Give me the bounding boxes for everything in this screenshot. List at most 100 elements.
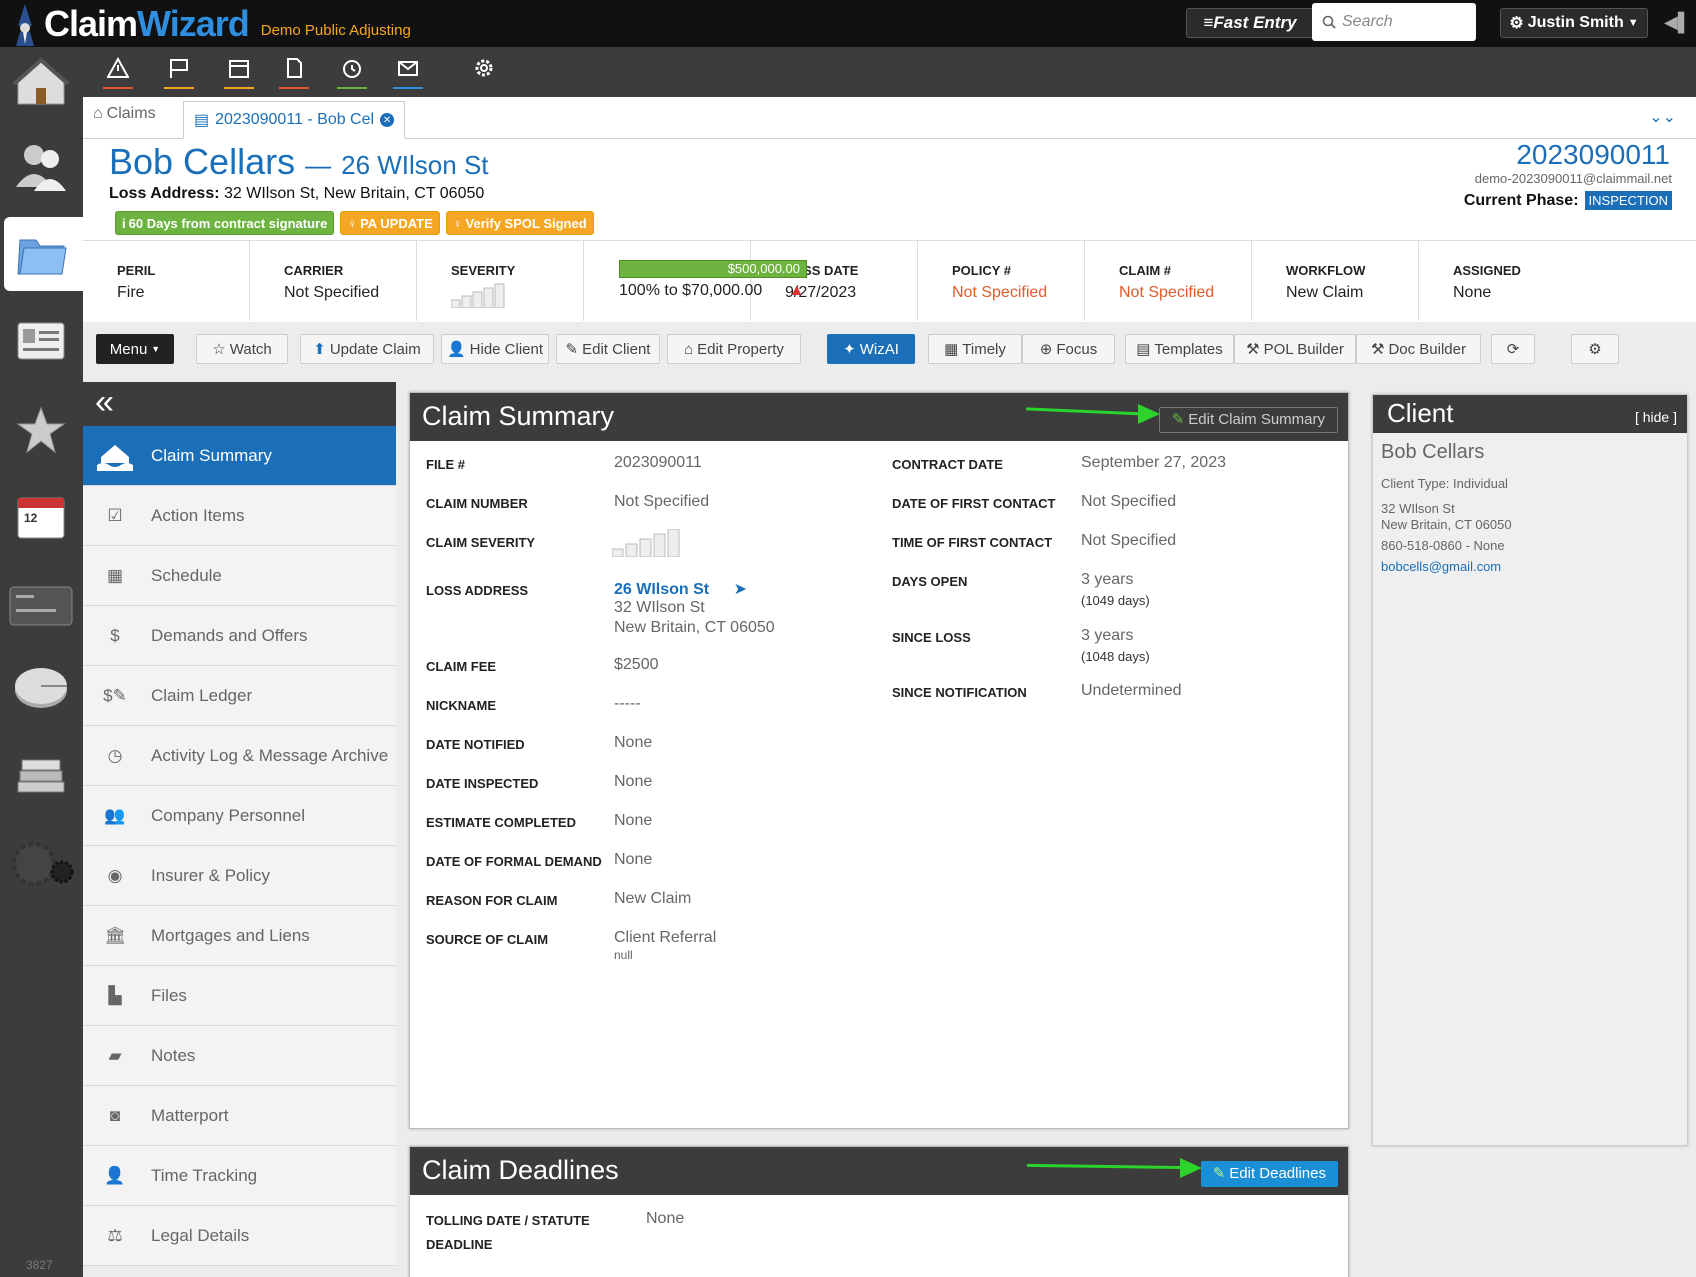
settings-button[interactable]: ⚙ bbox=[1571, 334, 1619, 364]
value-since-loss: 3 years bbox=[1081, 627, 1134, 644]
sidenav-item-activity-log[interactable]: ◷ Activity Log & Message Archive bbox=[83, 726, 396, 786]
credit-card-icon[interactable] bbox=[8, 572, 74, 638]
chart-disc-icon[interactable] bbox=[8, 656, 74, 722]
value-tolling: None bbox=[646, 1210, 685, 1227]
calendar-icon: ▦ bbox=[944, 341, 959, 358]
sidenav-item-legal-details[interactable]: ⚖ Legal Details bbox=[83, 1206, 396, 1266]
phase-badge[interactable]: INSPECTION bbox=[1584, 191, 1672, 210]
claims-folder-icon[interactable] bbox=[8, 222, 74, 288]
timely-button[interactable]: ▦ Timely bbox=[928, 334, 1022, 364]
sidenav-item-files[interactable]: ▙ Files bbox=[83, 966, 396, 1026]
fast-entry-button[interactable]: ≡ Fast Entry bbox=[1186, 8, 1314, 38]
settings-gears-icon[interactable] bbox=[8, 830, 74, 896]
collapse-sidenav-icon[interactable]: « bbox=[83, 382, 396, 426]
pol-builder-button[interactable]: ⚒ POL Builder bbox=[1234, 334, 1356, 364]
chevron-down-icon[interactable]: ⌄⌄ bbox=[1649, 107, 1676, 127]
label-file: FILE # bbox=[426, 457, 466, 472]
stat-workflow[interactable]: WORKFLOW New Claim bbox=[1252, 241, 1419, 321]
client-name: Bob Cellars bbox=[1381, 441, 1485, 463]
books-icon[interactable] bbox=[8, 740, 74, 806]
badge-verify-spol[interactable]: ♀ Verify SPOL Signed bbox=[445, 211, 594, 235]
refresh-button[interactable]: ⟳ bbox=[1491, 334, 1535, 364]
edit-deadlines-button[interactable]: ✎ Edit Deadlines bbox=[1200, 1161, 1338, 1187]
collapse-panel-icon[interactable]: ◀▌ bbox=[1664, 12, 1691, 34]
focus-button[interactable]: ⊕ Focus bbox=[1022, 334, 1115, 364]
calendar-icon[interactable]: 12 bbox=[8, 484, 74, 550]
label-reason: REASON FOR CLAIM bbox=[426, 893, 558, 908]
value-source: Client Referral bbox=[614, 929, 717, 946]
user-menu-button[interactable]: ⚙ Justin Smith ▼ bbox=[1500, 8, 1648, 38]
app-logo[interactable]: ClaimWizard Demo Public Adjusting bbox=[10, 2, 411, 46]
stat-carrier[interactable]: CARRIER Not Specified bbox=[250, 241, 417, 321]
badge-contract-days[interactable]: i 60 Days from contract signature bbox=[115, 211, 335, 235]
checklist-icon: ☑ bbox=[107, 505, 123, 525]
tag-icon: ⌂ bbox=[93, 105, 103, 122]
claim-email[interactable]: demo-2023090011@claimmail.net bbox=[1475, 171, 1672, 186]
location-arrow-icon[interactable]: ➤ bbox=[734, 581, 747, 598]
claim-summary-header: Claim Summary ✎ Edit Claim Summary bbox=[410, 393, 1348, 441]
sidenav-item-matterport[interactable]: ◙ Matterport bbox=[83, 1086, 396, 1146]
tab-claim-2023090011[interactable]: ▤ 2023090011 - Bob Cel ✕ bbox=[183, 101, 406, 139]
menu-button[interactable]: Menu ▼ bbox=[96, 334, 174, 364]
update-claim-button[interactable]: ⬆ Update Claim bbox=[300, 334, 434, 364]
sidenav-item-action-items[interactable]: ☑ Action Items bbox=[83, 486, 396, 546]
stat-policy[interactable]: POLICY # Not Specified bbox=[918, 241, 1085, 321]
sidenav-item-claim-summary[interactable]: Claim Summary bbox=[83, 426, 396, 486]
value-formal-demand: None bbox=[614, 851, 653, 868]
header-street: 26 WIlson St bbox=[341, 150, 489, 180]
sidenav-item-insurer-policy[interactable]: ◉ Insurer & Policy bbox=[83, 846, 396, 906]
stat-severity: SEVERITY bbox=[417, 241, 584, 321]
mail-icon[interactable] bbox=[388, 57, 428, 89]
sidenav-item-company-personnel[interactable]: 👥 Company Personnel bbox=[83, 786, 396, 846]
hide-client-link[interactable]: [ hide ] bbox=[1635, 399, 1677, 435]
star-icon[interactable] bbox=[8, 398, 74, 464]
hide-client-button[interactable]: 👤 Hide Client bbox=[441, 334, 549, 364]
stat-assigned[interactable]: ASSIGNED None bbox=[1419, 241, 1586, 321]
client-phone[interactable]: 860-518-0860 - None bbox=[1381, 538, 1687, 553]
sidenav-item-mortgages-liens[interactable]: 🏛 Mortgages and Liens bbox=[83, 906, 396, 966]
edit-client-button[interactable]: ✎ Edit Client bbox=[556, 334, 660, 364]
home-icon[interactable] bbox=[8, 50, 74, 116]
search-placeholder: Search bbox=[1342, 13, 1393, 30]
doc-builder-button[interactable]: ⚒ Doc Builder bbox=[1356, 334, 1481, 364]
client-type: Client Type: Individual bbox=[1381, 476, 1508, 491]
alarm-clock-icon[interactable] bbox=[332, 57, 372, 89]
document-icon[interactable] bbox=[274, 57, 314, 89]
badge-pa-update[interactable]: ♀ PA UPDATE bbox=[340, 211, 440, 235]
sidenav-item-demands-offers[interactable]: $ Demands and Offers bbox=[83, 606, 396, 666]
flood-house-icon bbox=[95, 436, 135, 476]
label-tolling-2: DEADLINE bbox=[426, 1237, 493, 1252]
scales-icon: ⚖ bbox=[107, 1225, 123, 1245]
info-icon: i bbox=[122, 215, 126, 231]
sidenav-item-notes[interactable]: ▰ Notes bbox=[83, 1026, 396, 1086]
alerts-icon[interactable] bbox=[98, 57, 138, 89]
flag-icon[interactable] bbox=[159, 57, 199, 89]
edit-claim-summary-button[interactable]: ✎ Edit Claim Summary bbox=[1158, 407, 1338, 433]
hands-dollar-icon: $ bbox=[110, 625, 120, 645]
refresh-icon: ⟳ bbox=[1506, 341, 1520, 358]
wizai-button[interactable]: ✦ WizAI bbox=[827, 334, 915, 364]
tab-claims[interactable]: ⌂ Claims bbox=[93, 105, 156, 123]
search-input[interactable]: Search bbox=[1312, 3, 1476, 41]
close-tab-icon[interactable]: ✕ bbox=[380, 113, 395, 127]
sidenav-item-time-tracking[interactable]: 👤 Time Tracking bbox=[83, 1146, 396, 1206]
user-name: Justin Smith bbox=[1527, 14, 1624, 31]
contacts-icon[interactable] bbox=[8, 133, 74, 199]
schedule-icon[interactable] bbox=[219, 57, 259, 89]
value-time-contact: Not Specified bbox=[1081, 532, 1177, 549]
ledger-icon: $✎ bbox=[103, 685, 127, 705]
value-loss-street[interactable]: 26 WIlson St ➤ bbox=[614, 579, 747, 599]
templates-button[interactable]: ▤ Templates bbox=[1125, 334, 1234, 364]
watch-button[interactable]: ☆ Watch bbox=[196, 334, 288, 364]
claim-sidenav: « Claim Summary ☑ Action Items ▦ Schedule … bbox=[83, 382, 396, 1277]
sidenav-item-schedule[interactable]: ▦ Schedule bbox=[83, 546, 396, 606]
document-icon: ▤ bbox=[194, 112, 210, 129]
tab-claim-label: 2023090011 - Bob Cel bbox=[215, 111, 375, 128]
stat-claim[interactable]: CLAIM # Not Specified bbox=[1085, 241, 1252, 321]
client-email[interactable]: bobcells@gmail.com bbox=[1381, 559, 1687, 574]
edit-property-button[interactable]: ⌂ Edit Property bbox=[667, 334, 801, 364]
gear-icon[interactable] bbox=[464, 57, 504, 89]
sidenav-item-claim-ledger[interactable]: $✎ Claim Ledger bbox=[83, 666, 396, 726]
severity-bars-icon[interactable] bbox=[612, 529, 684, 557]
id-card-icon[interactable] bbox=[8, 309, 74, 375]
